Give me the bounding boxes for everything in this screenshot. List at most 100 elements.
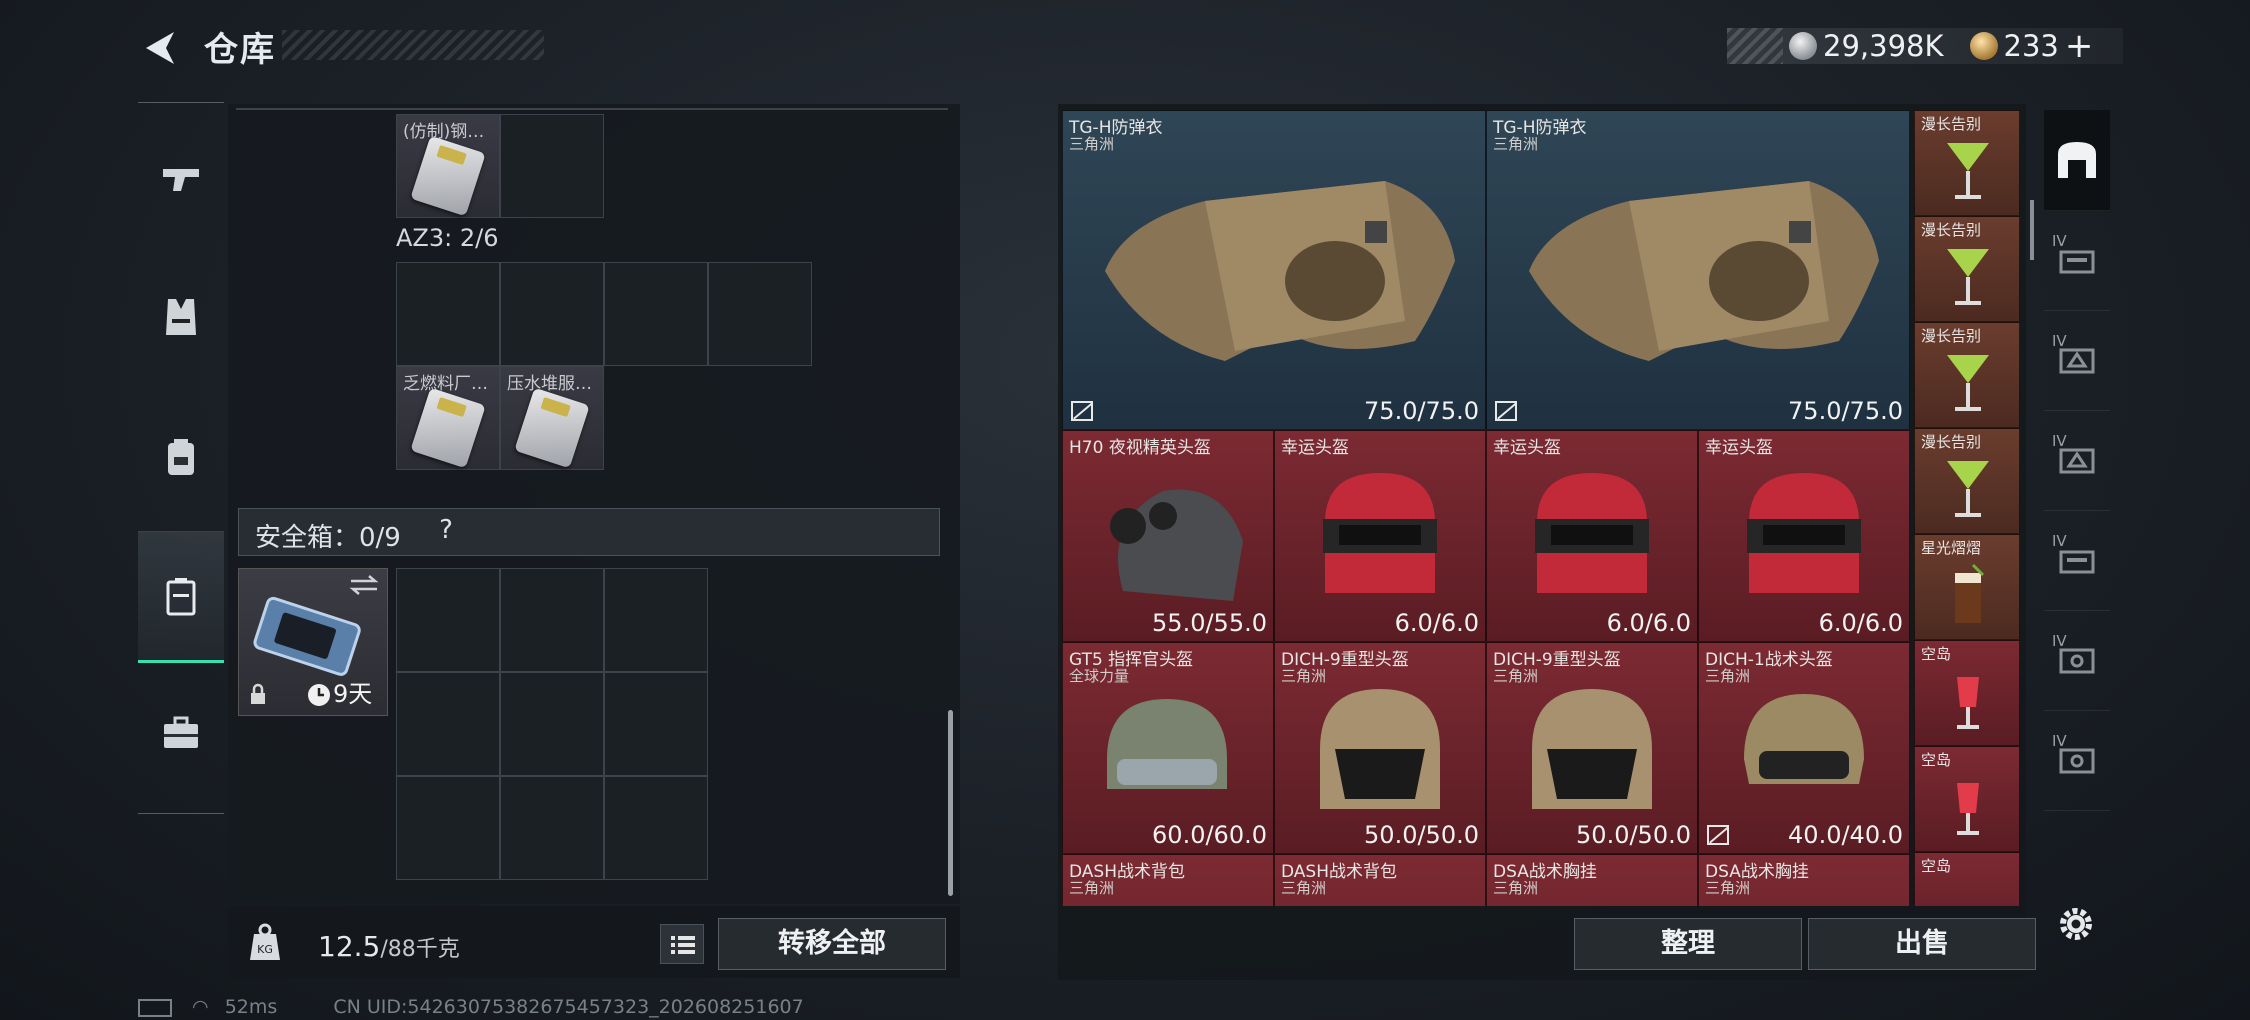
safe-slot[interactable] bbox=[604, 776, 708, 880]
storage-tab-main[interactable] bbox=[2044, 110, 2110, 211]
access-card-icon bbox=[514, 387, 590, 469]
title-stripe-decor bbox=[282, 30, 544, 60]
container-item-1[interactable]: 乏燃料厂… bbox=[396, 366, 500, 470]
inventory-item[interactable]: DICH-1战术头盔 三角洲 40.0/40.0 bbox=[1698, 642, 1910, 854]
toolbox-icon bbox=[164, 716, 198, 748]
safe-slot[interactable] bbox=[604, 672, 708, 776]
item-name: 星光熠熠 bbox=[1921, 539, 1982, 557]
container-scrollbar[interactable] bbox=[948, 710, 953, 896]
inventory-item[interactable]: DICH-9重型头盔 三角洲 50.0/50.0 bbox=[1486, 642, 1698, 854]
inventory-item[interactable]: 幸运头盔 6.0/6.0 bbox=[1698, 430, 1910, 642]
uid-readout: CN UID:54263075382675457323_202608251607 bbox=[333, 996, 804, 1018]
safe-slot[interactable] bbox=[396, 568, 500, 672]
inventory-item[interactable]: 幸运头盔 6.0/6.0 bbox=[1274, 430, 1486, 642]
inventory-grid: TG-H防弹衣 三角洲 75.0/75.0 TG-H防弹衣 三角洲 75.0/7… bbox=[1062, 110, 1914, 906]
currency-bar: 29,398K 233 + bbox=[1727, 26, 2123, 66]
storage-tab-2[interactable]: IV bbox=[2044, 210, 2110, 311]
swap-icon[interactable] bbox=[349, 575, 379, 595]
storage-tab-5[interactable]: IV bbox=[2044, 510, 2110, 611]
inventory-item[interactable]: DSA战术胸挂 三角洲 bbox=[1698, 854, 1910, 906]
back-arrow-icon[interactable] bbox=[140, 28, 180, 68]
storage-tab-6[interactable]: IV bbox=[2044, 610, 2110, 711]
gold-coin-icon bbox=[1969, 32, 1998, 60]
body-armor-image bbox=[1529, 181, 1879, 361]
empty-slot[interactable] bbox=[604, 262, 708, 366]
vest-icon bbox=[166, 299, 196, 335]
item-name: 空岛 bbox=[1921, 751, 1952, 769]
inventory-item[interactable]: 空岛 bbox=[1914, 640, 2020, 746]
storage-tab-3[interactable]: IV bbox=[2044, 310, 2110, 411]
body-armor-image bbox=[1105, 181, 1455, 361]
inventory-item[interactable]: 漫长告别 bbox=[1914, 322, 2020, 428]
cocktail-icon bbox=[1947, 355, 1989, 411]
inventory-scrollbar[interactable] bbox=[2030, 200, 2034, 260]
heavy-helmet-image bbox=[1532, 689, 1652, 809]
pistol-icon bbox=[163, 169, 199, 191]
empty-slot[interactable] bbox=[708, 262, 812, 366]
lucky-helmet-image bbox=[1323, 473, 1437, 593]
rail-weapon[interactable] bbox=[138, 115, 224, 243]
gear-icon[interactable] bbox=[2054, 902, 2098, 946]
tab-level: IV bbox=[2052, 532, 2067, 550]
safe-slot[interactable] bbox=[396, 672, 500, 776]
item-name: 空岛 bbox=[1921, 857, 1952, 875]
sell-button[interactable]: 出售 bbox=[1808, 918, 2036, 970]
help-icon[interactable]: ? bbox=[429, 515, 463, 549]
inventory-item[interactable]: 空岛 bbox=[1914, 852, 2020, 906]
item-durability: 50.0/50.0 bbox=[1364, 821, 1479, 849]
safe-slot[interactable] bbox=[500, 776, 604, 880]
transfer-all-button[interactable]: 转移全部 bbox=[718, 918, 946, 970]
safe-case-icon bbox=[166, 578, 196, 616]
tab-level: IV bbox=[2052, 732, 2067, 750]
container-item-2[interactable]: 压水堆服… bbox=[500, 366, 604, 470]
night-vision-helmet-image bbox=[1110, 489, 1243, 601]
add-currency-button[interactable]: + bbox=[2065, 26, 2094, 66]
rail-backpack[interactable] bbox=[138, 393, 224, 521]
silver-amount: 29,398K bbox=[1823, 29, 1944, 63]
list-view-button[interactable] bbox=[660, 924, 704, 964]
inventory-item[interactable]: 幸运头盔 6.0/6.0 bbox=[1486, 430, 1698, 642]
empty-slot[interactable] bbox=[396, 262, 500, 366]
rail-toolbox[interactable] bbox=[138, 669, 224, 797]
safe-slot[interactable] bbox=[604, 568, 708, 672]
inventory-item[interactable]: 漫长告别 bbox=[1914, 110, 2020, 216]
inventory-item[interactable]: TG-H防弹衣 三角洲 75.0/75.0 bbox=[1486, 110, 1910, 430]
inventory-item[interactable]: 星光熠熠 bbox=[1914, 534, 2020, 640]
storage-tab-4[interactable]: IV bbox=[2044, 410, 2110, 511]
inventory-item[interactable]: 漫长告别 bbox=[1914, 216, 2020, 322]
cocktail-icon bbox=[1957, 783, 1979, 835]
inventory-item[interactable]: 空岛 bbox=[1914, 746, 2020, 852]
bound-icon bbox=[1707, 825, 1729, 845]
inventory-item[interactable]: DICH-9重型头盔 三角洲 50.0/50.0 bbox=[1274, 642, 1486, 854]
lucky-helmet-image bbox=[1747, 473, 1861, 593]
gold-amount: 233 bbox=[2003, 29, 2059, 63]
empty-slot[interactable] bbox=[500, 262, 604, 366]
inventory-item[interactable]: DASH战术背包 三角洲 bbox=[1274, 854, 1486, 906]
weight-readout: 12.5/88千克 bbox=[318, 930, 460, 963]
rail-vest[interactable] bbox=[138, 253, 224, 381]
inventory-item[interactable]: 漫长告别 bbox=[1914, 428, 2020, 534]
inventory-item[interactable]: GT5 指挥官头盔 全球力量 60.0/60.0 bbox=[1062, 642, 1274, 854]
safe-case-image bbox=[253, 596, 361, 676]
inventory-item[interactable]: H70 夜视精英头盔 55.0/55.0 bbox=[1062, 430, 1274, 642]
storage-tab-7[interactable]: IV bbox=[2044, 710, 2110, 811]
item-label: (仿制)钢… bbox=[403, 122, 485, 142]
empty-slot[interactable] bbox=[500, 114, 604, 218]
safe-timer: 9天 bbox=[333, 680, 373, 708]
safe-box-item[interactable]: 9天 bbox=[238, 568, 388, 716]
item-origin: 三角洲 bbox=[1281, 879, 1327, 897]
inventory-item[interactable]: DSA战术胸挂 三角洲 bbox=[1486, 854, 1698, 906]
safe-slot[interactable] bbox=[500, 568, 604, 672]
container-item-top[interactable]: (仿制)钢… bbox=[396, 114, 500, 218]
access-card-icon bbox=[410, 135, 486, 217]
inventory-item[interactable]: DASH战术背包 三角洲 bbox=[1062, 854, 1274, 906]
rail-safe-case[interactable] bbox=[138, 531, 224, 663]
item-durability: 6.0/6.0 bbox=[1606, 609, 1691, 637]
safe-box-header: 安全箱：0/9 ? bbox=[238, 508, 940, 556]
safe-slot[interactable] bbox=[396, 776, 500, 880]
commander-helmet-image bbox=[1107, 699, 1227, 789]
sort-button[interactable]: 整理 bbox=[1574, 918, 1802, 970]
inventory-item[interactable]: TG-H防弹衣 三角洲 75.0/75.0 bbox=[1062, 110, 1486, 430]
safe-slot[interactable] bbox=[500, 672, 604, 776]
lucky-helmet-image bbox=[1535, 473, 1649, 593]
